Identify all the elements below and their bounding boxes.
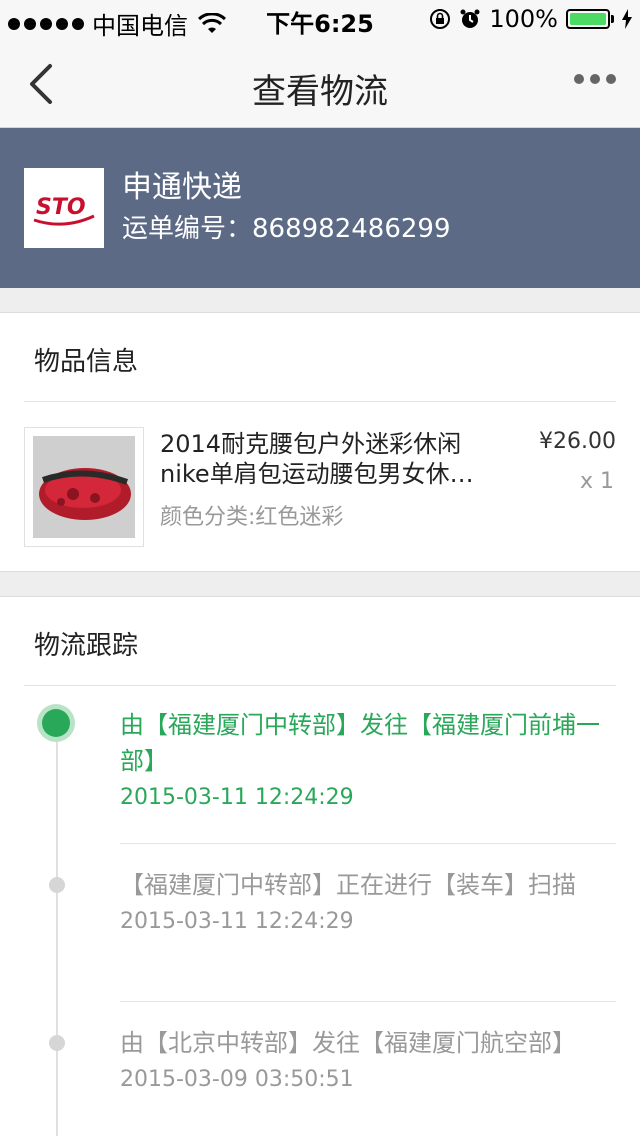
timeline-dot — [49, 1035, 65, 1051]
product-name[interactable]: 2014耐克腰包户外迷彩休闲 nike单肩包运动腰包男女休… — [160, 429, 500, 489]
tracking-card: 物流跟踪 由【福建厦门中转部】发往【福建厦门前埔一部】 2015-03-11 1… — [0, 596, 640, 1136]
product-price: ¥26.00 — [539, 429, 616, 454]
carrier-name: 申通快递 — [122, 170, 242, 205]
event-time: 2015-03-09 03:50:51 — [120, 1067, 354, 1092]
nav-bar: 查看物流 — [0, 40, 640, 128]
screen: 中国电信 下午6:25 100% 查看物流 STO 申通快递 运单编号：8689… — [0, 0, 640, 1136]
product-image — [33, 436, 135, 538]
status-right: 100% — [429, 5, 632, 33]
event-text: 【福建厦门中转部】正在进行【装车】扫描 — [120, 871, 576, 899]
goods-card: 物品信息 2014耐克腰包户外迷彩休闲 nike单肩包运动腰包男女休… 颜色分类… — [0, 312, 640, 572]
event-divider — [120, 1001, 616, 1002]
goods-section-title: 物品信息 — [34, 347, 139, 377]
product-name-line2: nike单肩包运动腰包男女休… — [160, 460, 474, 488]
divider — [24, 685, 616, 686]
battery-percent: 100% — [489, 5, 558, 33]
waybill-number: 运单编号：868982486299 — [122, 214, 451, 244]
divider — [24, 401, 616, 402]
svg-text:STO: STO — [36, 195, 86, 220]
carrier-logo: STO — [24, 168, 104, 248]
battery-icon — [566, 9, 614, 29]
tracking-event: 由【福建厦门中转部】发往【福建厦门前埔一部】 2015-03-11 12:24:… — [120, 707, 610, 810]
charging-icon — [622, 9, 632, 29]
event-text: 由【北京中转部】发往【福建厦门航空部】 — [120, 1029, 576, 1057]
timeline-dot — [49, 877, 65, 893]
product-variant: 颜色分类:红色迷彩 — [160, 505, 344, 530]
timeline-dot-active — [42, 709, 70, 737]
product-name-line1: 2014耐克腰包户外迷彩休闲 — [160, 430, 462, 458]
tracking-event: 由【北京中转部】发往【福建厦门航空部】 2015-03-09 03:50:51 — [120, 1025, 610, 1092]
product-quantity: x 1 — [579, 469, 614, 494]
status-bar: 中国电信 下午6:25 100% — [0, 0, 640, 40]
event-text: 由【福建厦门中转部】发往【福建厦门前埔一部】 — [120, 711, 600, 775]
page-title: 查看物流 — [252, 72, 388, 112]
timeline-line — [56, 723, 58, 1136]
rotation-lock-icon — [430, 9, 451, 29]
sto-logo-icon: STO — [33, 195, 95, 226]
product-thumbnail[interactable] — [24, 427, 144, 547]
event-time: 2015-03-11 12:24:29 — [120, 909, 354, 934]
carrier-header: STO 申通快递 运单编号：868982486299 — [0, 128, 640, 288]
event-time: 2015-03-11 12:24:29 — [120, 785, 354, 810]
alarm-icon — [460, 9, 480, 28]
event-divider — [120, 843, 616, 844]
tracking-event: 【福建厦门中转部】正在进行【装车】扫描 2015-03-11 12:24:29 — [120, 867, 610, 934]
more-icon[interactable] — [574, 74, 616, 84]
tracking-section-title: 物流跟踪 — [34, 631, 139, 661]
